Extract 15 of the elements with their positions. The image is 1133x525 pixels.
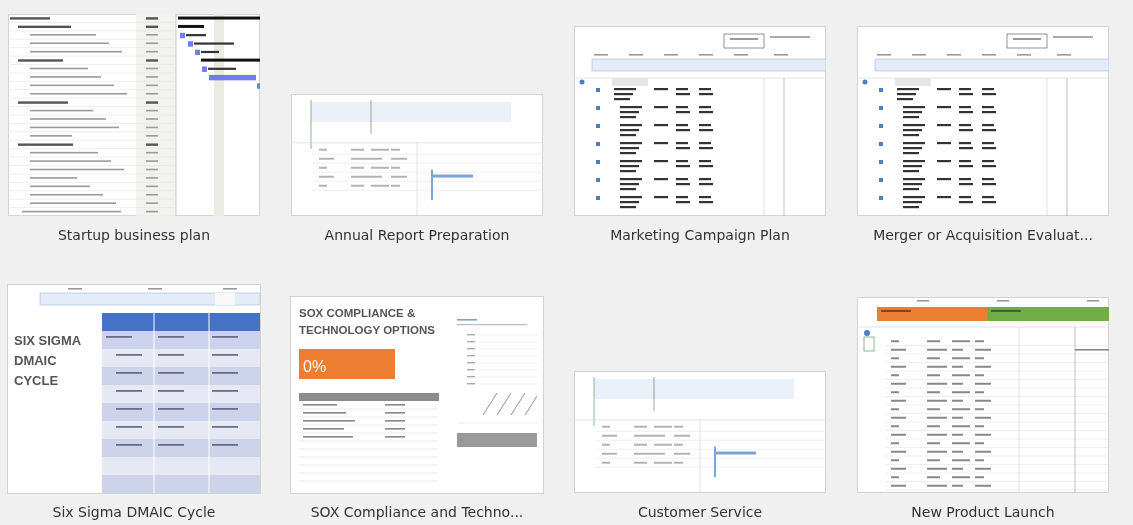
template-heading: SIX SIGMA DMAIC CYCLE — [13, 332, 82, 390]
template-preview-drawing[interactable] — [574, 26, 826, 216]
template-title[interactable]: SOX Compliance and Techno... — [291, 504, 543, 520]
template-heading: SOX COMPLIANCE & TECHNOLOGY OPTIONS — [299, 306, 436, 338]
template-thumbnail[interactable]: SIX SIGMA DMAIC CYCLE — [8, 285, 260, 493]
template-title[interactable]: Annual Report Preparation — [291, 227, 543, 243]
template-title[interactable]: Startup business plan — [8, 227, 260, 243]
template-preview-drawing[interactable] — [857, 26, 1109, 216]
template-title[interactable]: Merger or Acquisition Evaluat... — [857, 227, 1109, 243]
template-title[interactable]: New Product Launch — [857, 504, 1109, 520]
template-title[interactable]: Marketing Campaign Plan — [574, 227, 826, 243]
template-thumbnail[interactable]: SOX COMPLIANCE & TECHNOLOGY OPTIONS 0% — [291, 297, 543, 493]
template-title[interactable]: Six Sigma DMAIC Cycle — [8, 504, 260, 520]
percent-tile: 0% — [299, 349, 395, 379]
template-title[interactable]: Customer Service — [574, 504, 826, 520]
